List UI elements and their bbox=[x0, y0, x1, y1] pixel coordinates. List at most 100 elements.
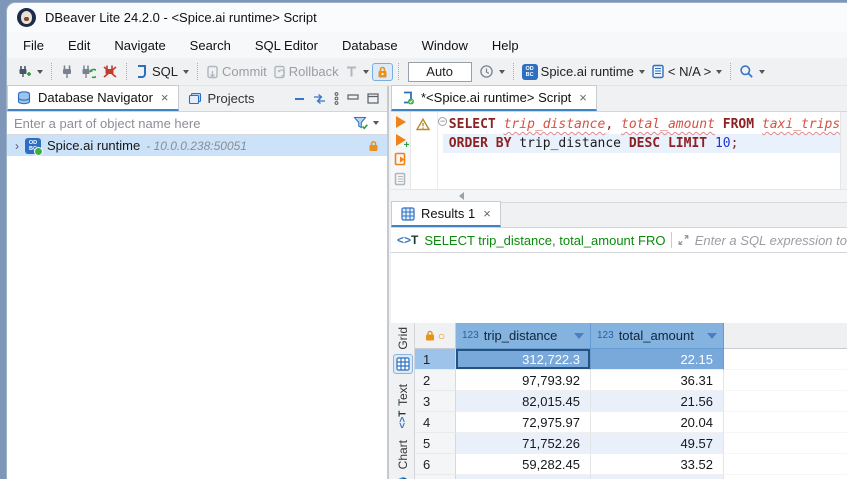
chevron-down-icon[interactable] bbox=[499, 70, 505, 74]
cell-trip-distance[interactable]: 72,975.97 bbox=[456, 412, 591, 433]
row-number[interactable]: 4 bbox=[415, 412, 456, 433]
cell-total-amount[interactable]: 36.31 bbox=[591, 370, 724, 391]
menu-search[interactable]: Search bbox=[190, 38, 231, 53]
menu-navigate[interactable]: Navigate bbox=[114, 38, 165, 53]
presentation-tab-text[interactable]: Text <>T bbox=[393, 384, 413, 430]
tab-sql-script[interactable]: *<Spice.ai runtime> Script × bbox=[391, 85, 597, 111]
table-row[interactable]: 1 312,722.3 22.15 bbox=[415, 349, 847, 370]
transaction-log-button[interactable] bbox=[476, 62, 508, 81]
minimize-icon[interactable] bbox=[347, 94, 359, 104]
chevron-down-icon[interactable] bbox=[373, 121, 379, 125]
cell-trip-distance[interactable]: 312,722.3 bbox=[456, 349, 591, 370]
cell-total-amount[interactable]: 22.15 bbox=[591, 349, 724, 370]
cell-trip-distance[interactable]: 97,793.92 bbox=[456, 370, 591, 391]
row-number[interactable]: 3 bbox=[415, 391, 456, 412]
collapse-all-icon[interactable] bbox=[294, 95, 305, 103]
transaction-mode-button[interactable] bbox=[342, 63, 372, 81]
expand-panel-icon[interactable] bbox=[678, 233, 689, 247]
row-number[interactable]: 1 bbox=[415, 349, 456, 370]
filter-funnel-icon[interactable] bbox=[353, 116, 369, 130]
tab-projects[interactable]: Projects bbox=[179, 85, 264, 111]
column-header-trip-distance[interactable]: 123 trip_distance bbox=[456, 323, 591, 349]
cell-total-amount[interactable]: 21.56 bbox=[591, 391, 724, 412]
new-connection-button[interactable] bbox=[13, 62, 46, 82]
close-icon[interactable]: × bbox=[579, 90, 587, 105]
chevron-down-icon[interactable] bbox=[639, 70, 645, 74]
menu-window[interactable]: Window bbox=[422, 38, 468, 53]
object-filter-input[interactable] bbox=[7, 116, 353, 131]
presentation-tab-chart[interactable]: Chart bbox=[393, 440, 413, 479]
execute-script-natural-button[interactable] bbox=[394, 172, 408, 186]
cell-trip-distance[interactable]: 59,282.45 bbox=[456, 454, 591, 475]
chevron-down-icon[interactable] bbox=[363, 70, 369, 74]
active-connection-label: Spice.ai runtime bbox=[541, 64, 634, 79]
table-row[interactable]: 6 59,282.45 33.52 bbox=[415, 454, 847, 475]
column-header-total-amount[interactable]: 123 total_amount bbox=[591, 323, 724, 349]
connect-button[interactable] bbox=[57, 62, 77, 81]
table-row[interactable]: 7 59,076.43 23.17 bbox=[415, 475, 847, 479]
close-icon[interactable]: × bbox=[483, 206, 491, 221]
table-row[interactable]: 5 71,752.26 49.57 bbox=[415, 433, 847, 454]
row-number[interactable]: 5 bbox=[415, 433, 456, 454]
menu-help[interactable]: Help bbox=[492, 38, 519, 53]
chevron-down-icon[interactable] bbox=[716, 70, 722, 74]
disconnect-button[interactable] bbox=[99, 62, 121, 81]
row-number[interactable]: 7 bbox=[415, 475, 456, 479]
scroll-left-icon[interactable] bbox=[459, 192, 464, 200]
new-sql-editor-button[interactable]: SQL bbox=[132, 62, 192, 81]
maximize-icon[interactable] bbox=[367, 93, 379, 104]
link-editor-icon[interactable] bbox=[313, 94, 326, 104]
cell-total-amount[interactable]: 33.52 bbox=[591, 454, 724, 475]
chevron-down-icon[interactable] bbox=[759, 70, 765, 74]
search-button[interactable] bbox=[736, 62, 768, 81]
table-row[interactable]: 2 97,793.92 36.31 bbox=[415, 370, 847, 391]
menu-edit[interactable]: Edit bbox=[68, 38, 90, 53]
table-row[interactable]: 4 72,975.97 20.04 bbox=[415, 412, 847, 433]
menu-sql-editor[interactable]: SQL Editor bbox=[255, 38, 318, 53]
execute-script-button[interactable] bbox=[394, 152, 408, 166]
results-presentation-strip: Grid Text <>T Chart bbox=[391, 323, 415, 479]
column-type-badge: 123 bbox=[462, 330, 479, 341]
cell-trip-distance[interactable]: 82,015.45 bbox=[456, 391, 591, 412]
readonly-lock-icon bbox=[368, 140, 379, 152]
grid-corner-cell[interactable]: ○ bbox=[415, 323, 456, 349]
cell-total-amount[interactable]: 49.57 bbox=[591, 433, 724, 454]
expand-chevron-icon[interactable]: › bbox=[15, 139, 19, 153]
tab-results-1[interactable]: Results 1 × bbox=[391, 201, 501, 227]
cell-trip-distance[interactable]: 59,076.43 bbox=[456, 475, 591, 479]
execute-statement-button[interactable] bbox=[396, 116, 406, 128]
odbc-connection-icon: ODBC bbox=[25, 138, 41, 154]
close-icon[interactable]: × bbox=[161, 90, 169, 105]
commit-mode-combo[interactable]: Auto bbox=[408, 62, 472, 82]
commit-button[interactable]: Commit bbox=[203, 62, 270, 81]
toolbar-separator bbox=[51, 63, 52, 80]
refresh-state-icon: ○ bbox=[438, 329, 445, 343]
chevron-down-icon[interactable] bbox=[37, 70, 43, 74]
tab-label: Database Navigator bbox=[38, 90, 153, 105]
active-schema-selector[interactable]: < N/A > bbox=[648, 62, 725, 81]
chevron-down-icon[interactable] bbox=[183, 70, 189, 74]
column-dropdown-icon[interactable] bbox=[707, 333, 717, 339]
table-row[interactable]: 3 82,015.45 21.56 bbox=[415, 391, 847, 412]
cell-trip-distance[interactable]: 71,752.26 bbox=[456, 433, 591, 454]
presentation-tab-grid[interactable]: Grid bbox=[393, 327, 413, 374]
tab-database-navigator[interactable]: Database Navigator × bbox=[7, 85, 179, 111]
menu-file[interactable]: File bbox=[23, 38, 44, 53]
execute-new-tab-button[interactable] bbox=[396, 134, 406, 146]
editor-vertical-scrollbar[interactable] bbox=[840, 112, 847, 189]
menu-database[interactable]: Database bbox=[342, 38, 398, 53]
row-number[interactable]: 6 bbox=[415, 454, 456, 475]
row-number[interactable]: 2 bbox=[415, 370, 456, 391]
column-dropdown-icon[interactable] bbox=[574, 333, 584, 339]
connection-tree-item[interactable]: › ODBC Spice.ai runtime - 10.0.0.238:500… bbox=[7, 135, 387, 156]
sql-expression-placeholder[interactable]: Enter a SQL expression to bbox=[695, 233, 847, 248]
view-menu-icon[interactable] bbox=[334, 92, 339, 105]
reconnect-button[interactable] bbox=[77, 62, 99, 81]
cell-total-amount[interactable]: 20.04 bbox=[591, 412, 724, 433]
cell-total-amount[interactable]: 23.17 bbox=[591, 475, 724, 479]
code-view[interactable]: SELECT trip_distance, total_amount FROM … bbox=[443, 112, 840, 189]
rollback-button[interactable]: Rollback bbox=[270, 62, 342, 81]
connection-lock-toggle[interactable] bbox=[372, 63, 393, 81]
database-icon bbox=[17, 91, 32, 105]
active-connection-selector[interactable]: ODBC Spice.ai runtime bbox=[519, 62, 648, 82]
